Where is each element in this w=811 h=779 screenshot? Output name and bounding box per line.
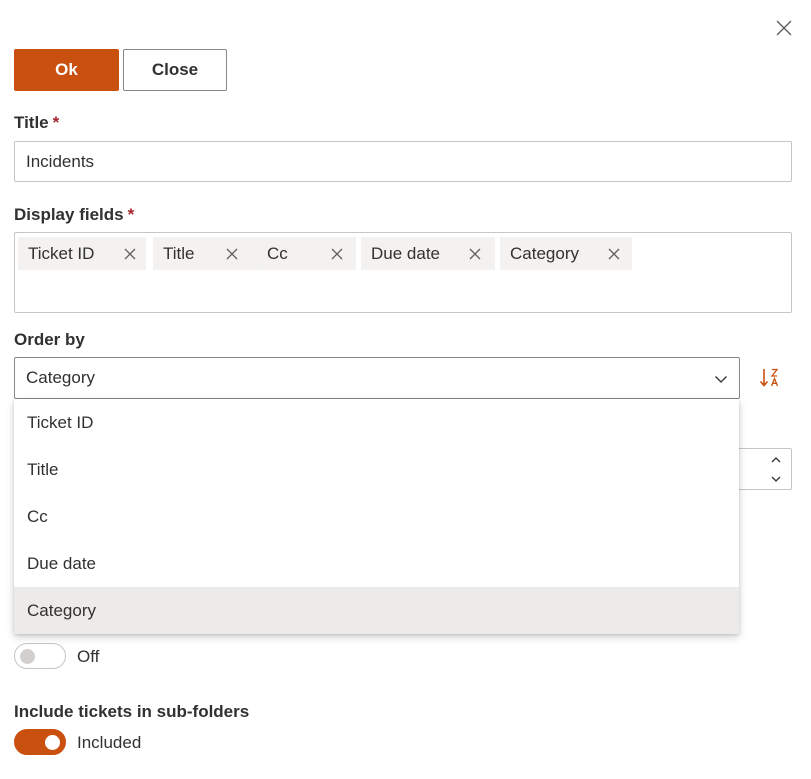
remove-tag-icon[interactable] [607,247,621,261]
chevron-down-icon[interactable] [769,473,783,485]
include-subfolders-label: Include tickets in sub-folders [14,702,250,721]
chevron-up-icon[interactable] [769,454,783,466]
include-subfolders-state: Included [77,733,142,752]
display-fields-label: Display fields * [14,205,135,224]
tag-ticket-id: Ticket ID [18,237,146,270]
toggle-knob [20,649,35,664]
close-button[interactable]: Close [123,49,227,91]
remove-tag-icon[interactable] [225,247,239,261]
dialog: Ok Close Title * Incidents Display fields… [0,0,811,779]
remove-tag-icon[interactable] [123,247,137,261]
tag-label: Due date [371,244,440,263]
tag-label: Title [163,244,195,263]
option-ticket-id[interactable]: Ticket ID [14,399,739,446]
tag-label: Category [510,244,579,263]
order-by-selected-value: Category [26,368,95,387]
tag-label: Cc [267,244,288,263]
chevron-down-icon [715,376,727,383]
required-mark: * [52,113,60,132]
tag-cc: Cc [257,237,356,270]
order-by-options-menu: Ticket ID Title Cc Due date Category [14,399,739,634]
close-icon[interactable] [772,16,796,40]
sort-descending-z-a-icon[interactable] [758,366,782,390]
tag-label: Ticket ID [28,244,95,263]
remove-tag-icon[interactable] [468,247,482,261]
option-cc[interactable]: Cc [14,493,739,540]
title-label: Title * [14,113,60,132]
toggle-state-label: Off [77,647,100,666]
option-title[interactable]: Title [14,446,739,493]
remove-tag-icon[interactable] [330,247,344,261]
tag-category: Category [500,237,632,270]
tag-title: Title [153,237,265,270]
order-by-label: Order by [14,330,85,349]
toggle-knob [45,735,60,750]
display-fields-picker[interactable]: Ticket ID Title Cc Due date Category [14,232,792,313]
title-input[interactable]: Incidents [14,141,792,182]
option-category[interactable]: Category [14,587,739,634]
number-spin-button[interactable] [738,448,792,490]
toggle-off[interactable] [14,643,66,669]
order-by-dropdown[interactable]: Category [14,357,740,399]
ok-button[interactable]: Ok [14,49,119,91]
include-subfolders-toggle[interactable] [14,729,66,755]
option-due-date[interactable]: Due date [14,540,739,587]
required-mark: * [127,205,135,224]
tag-due-date: Due date [361,237,495,270]
